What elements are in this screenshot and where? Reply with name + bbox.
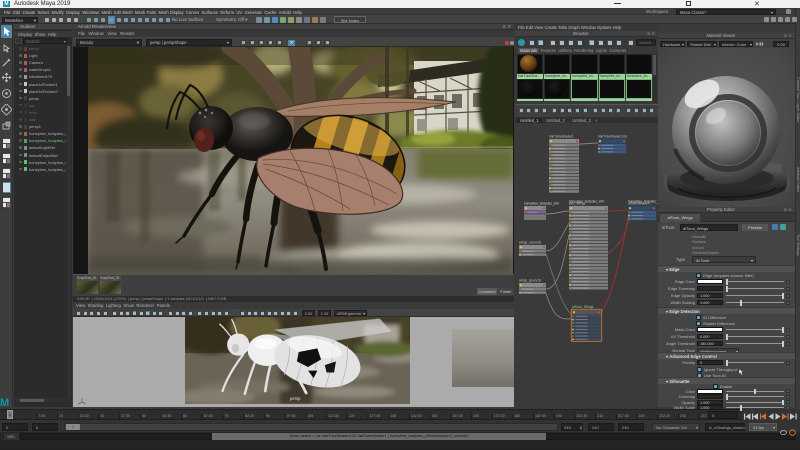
svg-text:97:30: 97:30: [287, 414, 296, 418]
svg-text:202:30: 202:30: [576, 414, 587, 418]
svg-text:142:30: 142:30: [411, 414, 422, 418]
svg-text:7:30: 7:30: [38, 414, 45, 418]
svg-text:wings_specv18: wings_specv18: [519, 279, 541, 283]
svg-text:225: 225: [639, 414, 645, 418]
svg-text:75: 75: [225, 414, 229, 418]
svg-text:Bee_Wings: Bee_Wings: [569, 202, 586, 206]
svg-text:240: 240: [680, 414, 686, 418]
svg-text:52:30: 52:30: [162, 414, 171, 418]
svg-text:120: 120: [349, 414, 355, 418]
svg-text:30: 30: [100, 414, 104, 418]
svg-text:45: 45: [142, 414, 146, 418]
svg-text:15: 15: [59, 414, 63, 418]
svg-text:105: 105: [307, 414, 313, 418]
svg-text:aiStandardSurf...: aiStandardSurf...: [628, 202, 652, 206]
svg-text:hairTubeShader1SG: hairTubeShader1SG: [598, 135, 628, 139]
svg-text:232:30: 232:30: [659, 414, 670, 418]
svg-text:187:30: 187:30: [535, 414, 546, 418]
svg-text:157:30: 157:30: [452, 414, 463, 418]
svg-text:22:30: 22:30: [80, 414, 89, 418]
svg-text:90: 90: [266, 414, 270, 418]
svg-text:127:30: 127:30: [369, 414, 380, 418]
svg-text:135: 135: [390, 414, 396, 418]
svg-text:150: 150: [432, 414, 438, 418]
svg-text:aiToon_Wings: aiToon_Wings: [572, 305, 594, 309]
svg-text:37:30: 37:30: [121, 414, 130, 418]
svg-text:67:30: 67:30: [204, 414, 213, 418]
svg-text:hairTubeShader1: hairTubeShader1: [549, 135, 574, 139]
svg-text:172:30: 172:30: [494, 414, 505, 418]
svg-text:195: 195: [556, 414, 562, 418]
svg-text:82:30: 82:30: [245, 414, 254, 418]
svg-text:210: 210: [597, 414, 603, 418]
svg-text:60: 60: [183, 414, 187, 418]
svg-text:180: 180: [514, 414, 520, 418]
svg-text:112:30: 112:30: [328, 414, 339, 418]
svg-text:wings_colorv18: wings_colorv18: [519, 241, 541, 245]
svg-text:165: 165: [473, 414, 479, 418]
svg-text:217:30: 217:30: [618, 414, 629, 418]
svg-text:honeybee_bodydes_v04: honeybee_bodydes_v04: [524, 202, 559, 206]
